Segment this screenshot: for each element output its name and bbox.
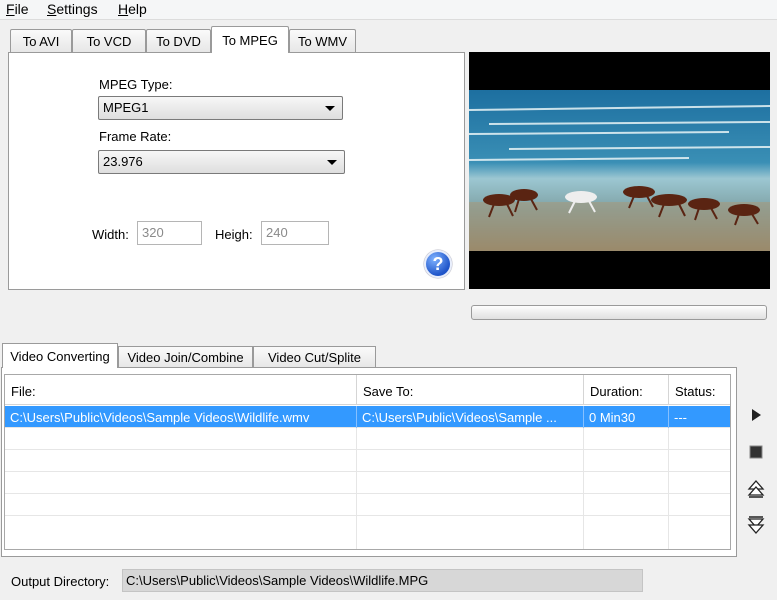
tab-to-wmv-label: To WMV: [297, 34, 348, 49]
tab-to-dvd[interactable]: To DVD: [146, 29, 211, 53]
table-row-empty: [5, 516, 730, 549]
table-row-empty: [5, 494, 730, 516]
empty-cell: [357, 428, 584, 450]
tab-to-vcd[interactable]: To VCD: [72, 29, 146, 53]
mpeg-type-value: MPEG1: [103, 100, 149, 115]
empty-cell: [357, 472, 584, 494]
cell-save-to: C:\Users\Public\Videos\Sample ...: [357, 406, 584, 428]
mpeg-type-label: MPEG Type:: [99, 77, 173, 92]
cell-duration: 0 Min30: [584, 406, 669, 428]
move-down-button[interactable]: [744, 513, 768, 537]
output-directory-field[interactable]: C:\Users\Public\Videos\Sample Videos\Wil…: [122, 569, 643, 592]
menu-help-label: elp: [128, 1, 147, 17]
menu-file-label: ile: [14, 1, 29, 17]
tab-video-converting-label: Video Converting: [10, 348, 110, 364]
menu-bar: File Settings Help: [0, 0, 777, 20]
table-row-empty: [5, 472, 730, 494]
menu-file-accel: F: [6, 1, 15, 17]
table-row-empty: [5, 428, 730, 450]
move-up-button[interactable]: [744, 477, 768, 501]
menu-help-accel: H: [118, 1, 129, 17]
cell-file: C:\Users\Public\Videos\Sample Videos\Wil…: [5, 406, 357, 428]
table-row-empty: [5, 450, 730, 472]
empty-cell: [584, 450, 669, 472]
cell-status: ---: [674, 410, 687, 425]
width-label: Width:: [92, 227, 129, 242]
menu-settings-accel: S: [47, 1, 57, 17]
play-button[interactable]: [744, 403, 768, 427]
column-header-duration[interactable]: Duration:: [584, 375, 669, 405]
empty-cell: [584, 516, 669, 549]
empty-cell: [5, 472, 357, 494]
tab-to-avi-label: To AVI: [22, 34, 60, 49]
tab-to-avi[interactable]: To AVI: [10, 29, 72, 53]
empty-cell: [5, 494, 357, 516]
stop-icon: [749, 445, 763, 459]
file-list[interactable]: File: Save To: Duration: Status: C:\User…: [4, 374, 731, 550]
empty-cell: [357, 450, 584, 472]
menu-settings[interactable]: Settings: [47, 1, 98, 17]
tab-video-converting[interactable]: Video Converting: [2, 343, 118, 368]
empty-cell: [584, 428, 669, 450]
frame-rate-label: Frame Rate:: [99, 129, 172, 144]
empty-cell: [5, 516, 357, 549]
chevron-down-icon: [327, 160, 337, 165]
height-input[interactable]: 240: [261, 221, 329, 245]
tab-video-cut-splite[interactable]: Video Cut/Splite: [253, 346, 376, 368]
move-up-icon: [747, 480, 765, 498]
tab-video-join-combine-label: Video Join/Combine: [127, 350, 244, 365]
frame-rate-value: 23.976: [103, 154, 143, 169]
width-input[interactable]: 320: [137, 221, 202, 245]
column-header-save-to[interactable]: Save To:: [357, 375, 584, 405]
tab-to-wmv[interactable]: To WMV: [289, 29, 356, 53]
video-preview: [469, 52, 770, 289]
menu-settings-label: ettings: [56, 1, 98, 17]
empty-cell: [357, 516, 584, 549]
chevron-down-icon: [325, 106, 335, 111]
empty-cell: [584, 494, 669, 516]
question-icon[interactable]: ?: [424, 250, 452, 278]
empty-cell: [357, 494, 584, 516]
tab-to-mpeg-label: To MPEG: [222, 32, 278, 48]
empty-cell: [584, 472, 669, 494]
video-preview-image: [469, 52, 770, 289]
play-icon: [752, 409, 761, 421]
menu-help[interactable]: Help: [118, 1, 147, 17]
table-row[interactable]: C:\Users\Public\Videos\Sample Videos\Wil…: [5, 406, 730, 428]
frame-rate-select[interactable]: 23.976: [98, 150, 345, 174]
menu-file[interactable]: File: [6, 1, 29, 17]
column-header-status[interactable]: Status:: [669, 375, 730, 405]
empty-cell: [5, 428, 357, 450]
conversion-progress-bar: [471, 305, 767, 320]
tab-to-mpeg[interactable]: To MPEG: [211, 26, 289, 53]
tab-video-join-combine[interactable]: Video Join/Combine: [118, 346, 253, 368]
tab-to-vcd-label: To VCD: [86, 34, 132, 49]
move-down-icon: [747, 516, 765, 534]
tab-to-dvd-label: To DVD: [156, 34, 201, 49]
mpeg-type-select[interactable]: MPEG1: [98, 96, 343, 120]
empty-cell: [5, 450, 357, 472]
tab-video-cut-splite-label: Video Cut/Splite: [268, 350, 361, 365]
output-directory-label: Output Directory:: [11, 574, 110, 589]
column-header-file[interactable]: File:: [5, 375, 357, 405]
stop-button[interactable]: [744, 440, 768, 464]
height-label: Heigh:: [215, 227, 253, 242]
